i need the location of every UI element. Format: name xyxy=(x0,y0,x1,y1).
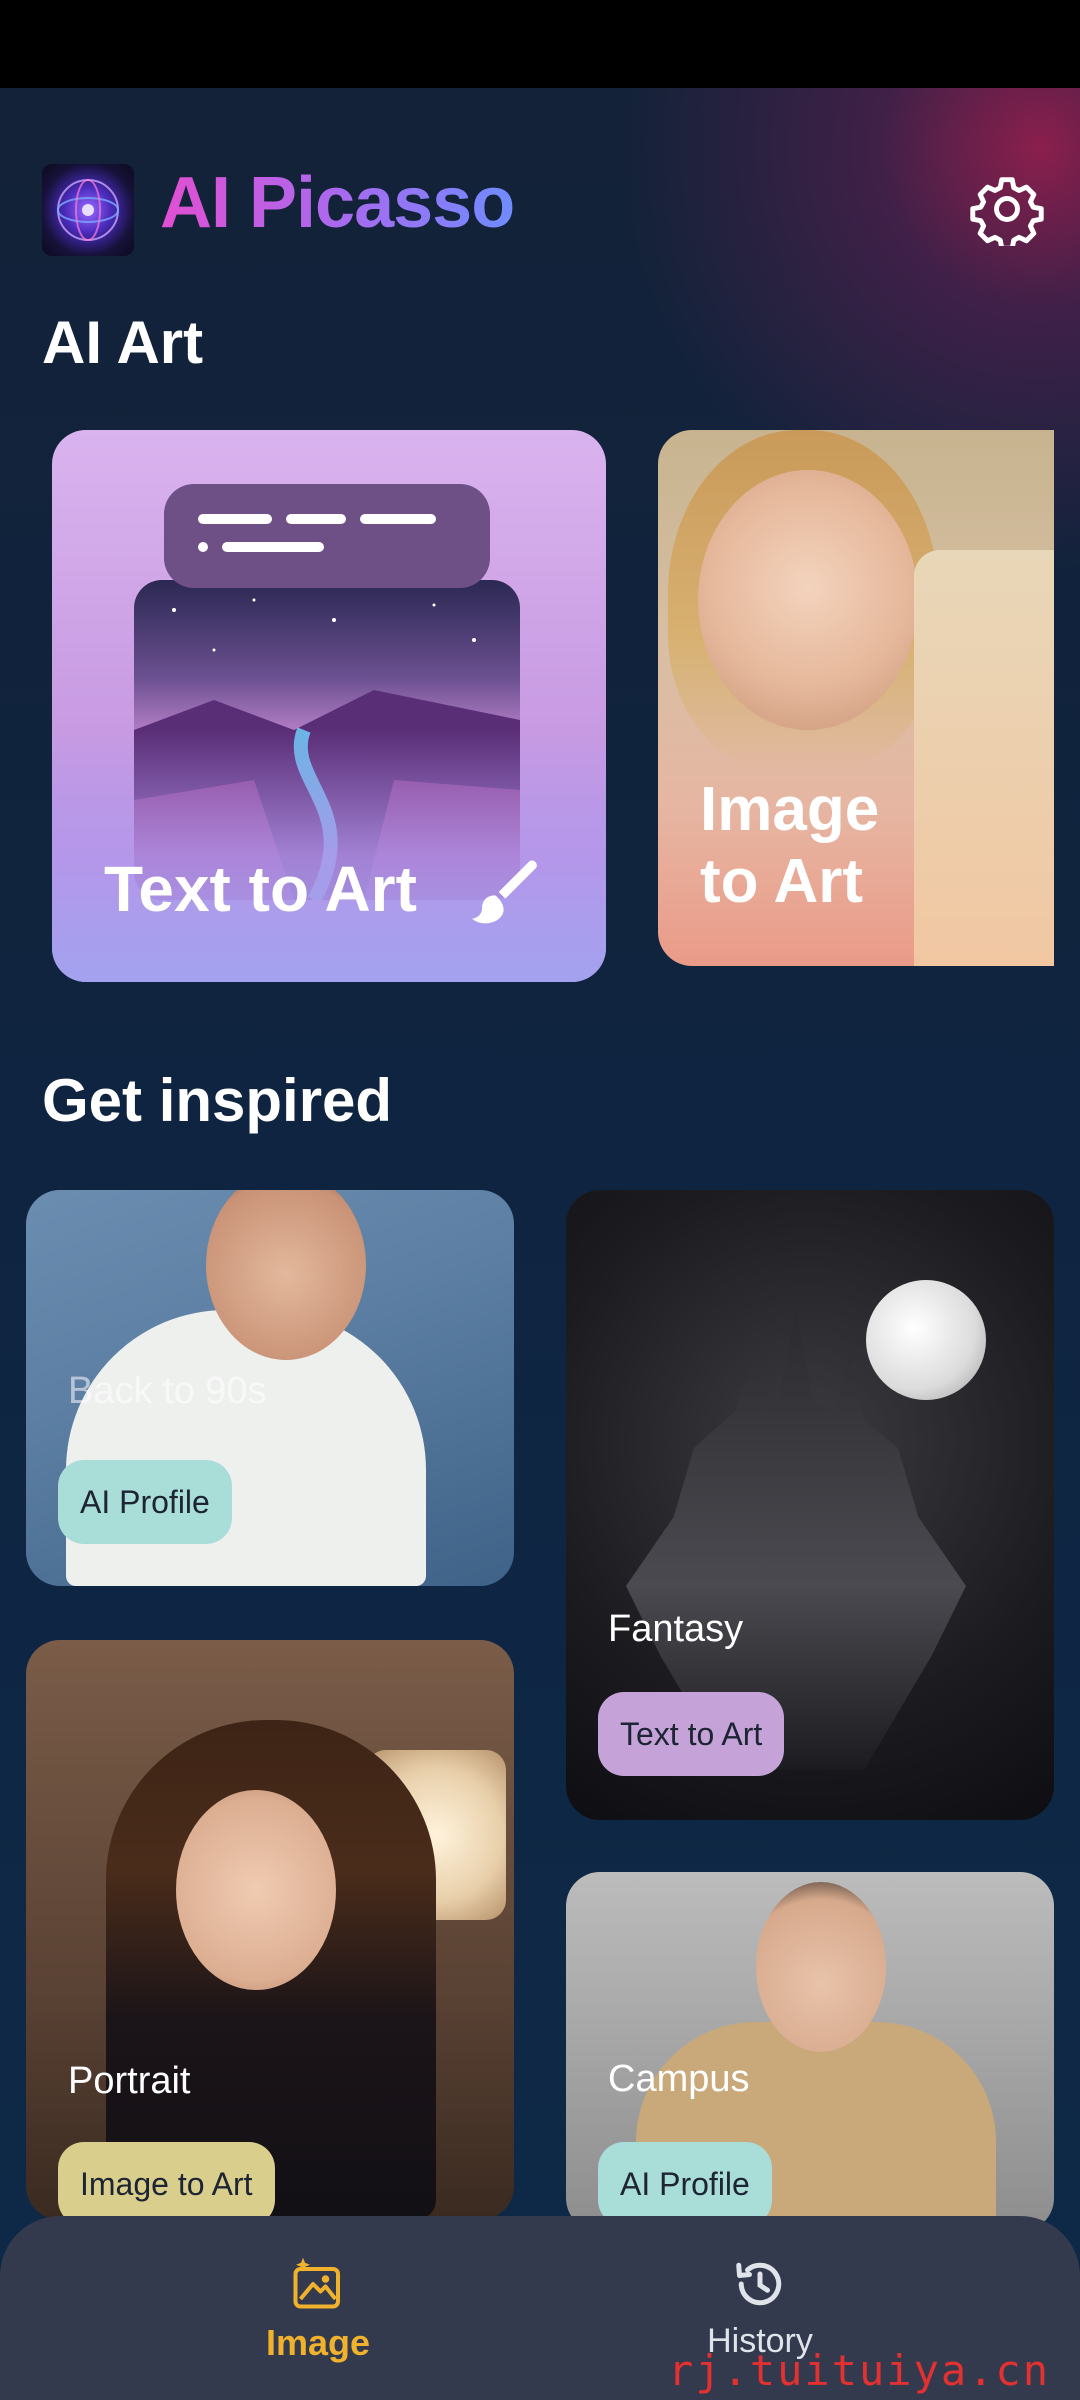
image-to-art-card[interactable]: Image to Art xyxy=(658,430,1054,966)
section-title-ai-art: AI Art xyxy=(42,309,204,376)
tile-tag-ai-profile: AI Profile xyxy=(58,1460,232,1544)
woman-portrait-image xyxy=(698,470,918,730)
prompt-bubble xyxy=(164,484,490,588)
tile-tag-text-to-art: Text to Art xyxy=(598,1692,785,1776)
inspiration-tile-campus[interactable]: Campus AI Profile xyxy=(566,1872,1054,2232)
styled-portrait-image xyxy=(914,550,1054,966)
settings-button[interactable] xyxy=(970,172,1044,251)
tile-caption: Back to 90s xyxy=(68,1370,267,1412)
tile-tag-image-to-art: Image to Art xyxy=(58,2142,275,2220)
image-to-art-label: Image to Art xyxy=(700,775,880,916)
image-sparkle-icon xyxy=(293,2257,340,2309)
moon-image xyxy=(866,1280,986,1400)
orb-logo-icon xyxy=(42,164,134,256)
text-to-art-label: Text to Art xyxy=(104,853,417,925)
woman-portrait-image xyxy=(176,1790,336,1990)
tile-caption: Portrait xyxy=(68,2060,191,2102)
gear-icon xyxy=(970,177,1044,251)
paintbrush-icon xyxy=(472,860,537,924)
man-portrait-image xyxy=(756,1882,886,2052)
status-bar xyxy=(0,0,1080,88)
inspiration-tile-portrait[interactable]: Portrait Image to Art xyxy=(26,1640,514,2220)
tile-caption: Fantasy xyxy=(608,1608,744,1650)
text-to-art-card[interactable]: Text to Art xyxy=(52,430,606,982)
section-title-get-inspired: Get inspired xyxy=(42,1067,393,1134)
watermark-text: rj.tuituiya.cn xyxy=(668,2346,1051,2395)
history-icon xyxy=(736,2262,782,2306)
app-title: AI Picasso xyxy=(160,163,515,243)
tile-caption: Campus xyxy=(608,2058,750,2100)
tile-tag-ai-profile: AI Profile xyxy=(598,2142,772,2226)
inspiration-tile-back-to-90s[interactable]: Back to 90s AI Profile xyxy=(26,1190,514,1586)
inspiration-tile-fantasy[interactable]: Fantasy Text to Art xyxy=(566,1190,1054,1820)
